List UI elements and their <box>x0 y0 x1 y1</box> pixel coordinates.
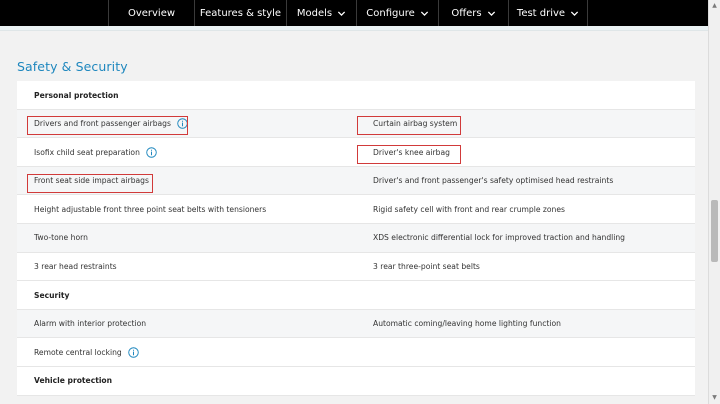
nav-item-label: Test drive <box>516 7 566 19</box>
table-row: Front seat side impact airbags Driver's a… <box>17 166 695 196</box>
feature-right: Curtain airbag system <box>373 110 457 138</box>
feature-label: Personal protection <box>34 90 119 100</box>
feature-label: Driver's knee airbag <box>373 147 450 157</box>
nav-item-label: Models <box>296 7 333 19</box>
info-icon[interactable] <box>128 347 139 358</box>
nav-item-overview[interactable]: Overview <box>108 0 194 26</box>
nav-item-label: Overview <box>127 7 176 19</box>
nav-item-configure[interactable]: Configure <box>356 0 438 26</box>
group-header-label: Security <box>34 281 69 309</box>
feature-label: 3 rear head restraints <box>34 262 117 272</box>
nav-item-label: Features & style <box>199 7 282 19</box>
section-title: Safety & Security <box>17 59 128 74</box>
feature-label: Alarm with interior protection <box>34 319 147 329</box>
group-header-label: Personal protection <box>34 81 119 109</box>
scrollbar[interactable]: ▲ ▼ <box>708 0 720 404</box>
table-row: Height adjustable front three point seat… <box>17 195 695 224</box>
feature-label: Vehicle protection <box>34 376 113 386</box>
feature-left: Front seat side impact airbags <box>34 167 149 195</box>
feature-label: XDS electronic differential lock for imp… <box>373 233 626 243</box>
feature-label: Security <box>34 290 70 300</box>
feature-left: Two-tone horn <box>34 224 88 252</box>
feature-right: Rigid safety cell with front and rear cr… <box>373 195 565 223</box>
scroll-down-icon[interactable]: ▼ <box>711 394 718 402</box>
feature-label: 3 rear three-point seat belts <box>373 262 480 272</box>
spec-table: Personal protection Drivers and front pas… <box>17 81 695 396</box>
feature-right: Driver's and front passenger's safety op… <box>373 167 613 195</box>
nav-item-label: Configure <box>366 7 415 19</box>
group-header: Security <box>17 281 695 310</box>
chevron-down-icon <box>420 9 429 18</box>
chevron-down-icon <box>487 9 496 18</box>
nav-item-label: Offers <box>451 7 482 19</box>
feature-label: Two-tone horn <box>34 233 88 243</box>
nav-item-features-style[interactable]: Features & style <box>194 0 286 26</box>
feature-label: Driver's and front passenger's safety op… <box>373 176 614 186</box>
top-navigation: Overview Features & style Models Configure O… <box>0 0 720 26</box>
table-row: Drivers and front passenger airbags Curta… <box>17 109 695 139</box>
nav-items: Overview Features & style Models Configure O… <box>108 0 588 26</box>
chevron-down-icon <box>570 9 579 18</box>
table-row: Remote central locking <box>17 338 695 367</box>
feature-right: Automatic coming/leaving home lighting f… <box>373 310 561 338</box>
info-icon[interactable] <box>146 146 157 158</box>
feature-left: Alarm with interior protection <box>34 310 146 338</box>
feature-left: Isofix child seat preparation <box>34 138 157 166</box>
feature-left: 3 rear head restraints <box>34 253 117 281</box>
feature-label: Remote central locking <box>34 347 122 357</box>
feature-label: Height adjustable front three point seat… <box>34 204 267 214</box>
table-row: Two-tone horn XDS electronic differential… <box>17 223 695 253</box>
scroll-up-icon[interactable]: ▲ <box>711 2 718 10</box>
feature-label: Isofix child seat preparation <box>34 147 140 157</box>
table-row: 3 rear head restraints 3 rear three-point… <box>17 252 695 282</box>
chevron-down-icon <box>337 9 346 18</box>
feature-left: Remote central locking <box>34 338 139 366</box>
table-row: Isofix child seat preparation Driver's kn… <box>17 138 695 167</box>
feature-left: Drivers and front passenger airbags <box>34 110 188 138</box>
info-icon[interactable] <box>177 118 188 129</box>
nav-item-offers[interactable]: Offers <box>438 0 508 26</box>
feature-label: Curtain airbag system <box>373 119 458 129</box>
table-row: Alarm with interior protection Automatic … <box>17 309 695 339</box>
group-header: Personal protection <box>17 81 695 110</box>
divider <box>0 30 708 31</box>
feature-left: Height adjustable front three point seat… <box>34 195 266 223</box>
nav-item-test-drive[interactable]: Test drive <box>508 0 588 26</box>
feature-right: Driver's knee airbag <box>373 138 450 166</box>
feature-label: Drivers and front passenger airbags <box>34 119 171 129</box>
scroll-thumb[interactable] <box>711 200 718 262</box>
feature-label: Rigid safety cell with front and rear cr… <box>373 204 565 214</box>
feature-label: Front seat side impact airbags <box>34 176 149 186</box>
group-header-label: Vehicle protection <box>34 367 112 395</box>
group-header: Vehicle protection <box>17 366 695 396</box>
nav-item-models[interactable]: Models <box>286 0 356 26</box>
feature-label: Automatic coming/leaving home lighting f… <box>373 319 561 329</box>
feature-right: 3 rear three-point seat belts <box>373 253 480 281</box>
feature-right: XDS electronic differential lock for imp… <box>373 224 625 252</box>
